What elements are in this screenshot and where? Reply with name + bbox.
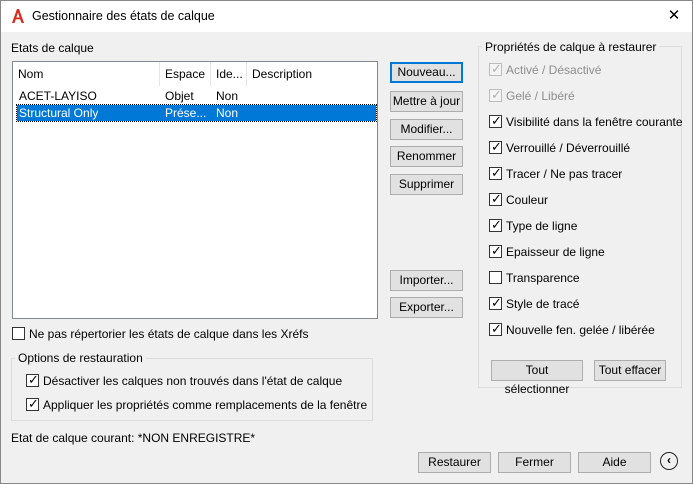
title-bar: Gestionnaire des états de calque ✕ — [1, 1, 692, 32]
disable-missing-layers-label: Désactiver les calques non trouvés dans … — [43, 374, 343, 388]
select-all-button[interactable]: Tout sélectionner — [491, 360, 583, 396]
window-title: Gestionnaire des états de calque — [32, 9, 215, 23]
autocad-a-icon — [12, 9, 24, 23]
checkmark-icon: ✓ — [491, 191, 502, 206]
no-xref-checkbox[interactable] — [12, 327, 25, 340]
apply-as-viewport-overrides-label: Appliquer les propriétés comme remplacem… — [43, 398, 368, 412]
linetype-label: Type de ligne — [506, 219, 578, 233]
no-xref-label: Ne pas répertorier les états de calque d… — [29, 327, 309, 341]
apply-as-viewport-overrides-checkbox[interactable]: ✓ — [26, 396, 39, 411]
checkmark-icon: ✓ — [491, 243, 502, 258]
new-button[interactable]: Nouveau... — [390, 62, 463, 83]
new-vp-freeze-checkbox[interactable]: ✓ — [489, 321, 502, 336]
column-header-description[interactable]: Description — [247, 62, 377, 86]
viewport-visibility-label: Visibilité dans la fenêtre courante — [506, 115, 683, 129]
lock-unlock-checkbox[interactable]: ✓ — [489, 139, 502, 154]
properties-title: Propriétés de calque à restaurer — [482, 40, 660, 54]
update-button[interactable]: Mettre à jour — [390, 91, 463, 112]
checkmark-icon: ✓ — [28, 396, 39, 411]
layer-states-label: Etats de calque — [11, 41, 94, 55]
layer-states-dialog: Gestionnaire des états de calque ✕ Etats… — [0, 0, 693, 484]
on-off-checkbox: ✓ — [489, 61, 502, 76]
checkmark-icon: ✓ — [491, 87, 502, 102]
lineweight-checkbox[interactable]: ✓ — [489, 243, 502, 258]
lineweight-label: Epaisseur de ligne — [506, 245, 605, 259]
transparency-label: Transparence — [506, 271, 580, 285]
linetype-checkbox[interactable]: ✓ — [489, 217, 502, 232]
row-ide: Non — [216, 106, 239, 120]
row-space: Objet — [165, 89, 194, 103]
delete-button[interactable]: Supprimer — [390, 174, 463, 195]
viewport-visibility-checkbox[interactable]: ✓ — [489, 113, 502, 128]
rename-button[interactable]: Renommer — [390, 146, 463, 167]
current-state-text: Etat de calque courant: *NON ENREGISTRE* — [11, 431, 256, 445]
row-name: ACET-LAYISO — [19, 89, 97, 103]
checkmark-icon: ✓ — [491, 295, 502, 310]
close-icon[interactable]: ✕ — [665, 7, 683, 25]
close-button[interactable]: Fermer — [498, 452, 571, 473]
column-header-name[interactable]: Nom — [13, 62, 160, 86]
color-label: Couleur — [506, 193, 549, 207]
table-row-selected[interactable]: Structural Only Prése... Non — [16, 104, 377, 122]
plot-style-checkbox[interactable]: ✓ — [489, 295, 502, 310]
plot-noplot-checkbox[interactable]: ✓ — [489, 165, 502, 180]
lock-unlock-label: Verrouillé / Déverrouillé — [506, 141, 631, 155]
disable-missing-layers-checkbox[interactable]: ✓ — [26, 372, 39, 387]
restore-button[interactable]: Restaurer — [418, 452, 491, 473]
restore-options-title: Options de restauration — [15, 351, 146, 365]
transparency-checkbox[interactable] — [489, 271, 502, 284]
freeze-thaw-checkbox: ✓ — [489, 87, 502, 102]
row-ide: Non — [216, 89, 239, 103]
checkmark-icon: ✓ — [491, 139, 502, 154]
edit-button[interactable]: Modifier... — [390, 119, 463, 140]
checkmark-icon: ✓ — [28, 372, 39, 387]
import-button[interactable]: Importer... — [390, 270, 463, 291]
plot-noplot-label: Tracer / Ne pas tracer — [506, 167, 623, 181]
checkmark-icon: ✓ — [491, 321, 502, 336]
row-name: Structural Only — [19, 106, 99, 120]
checkmark-icon: ✓ — [491, 165, 502, 180]
new-vp-freeze-label: Nouvelle fen. gelée / libérée — [506, 323, 655, 337]
row-space: Prése... — [165, 106, 207, 120]
checkmark-icon: ✓ — [491, 113, 502, 128]
table-row[interactable]: ACET-LAYISO Objet Non — [17, 88, 376, 104]
chevron-left-circle-icon[interactable]: ‹ — [660, 452, 678, 470]
freeze-thaw-label: Gelé / Libéré — [506, 89, 575, 103]
export-button[interactable]: Exporter... — [390, 297, 463, 318]
help-button[interactable]: Aide — [578, 452, 651, 473]
layer-states-list[interactable]: Nom Espace Ide... Description ACET-LAYIS… — [12, 61, 378, 319]
column-header-space[interactable]: Espace — [160, 62, 211, 86]
on-off-label: Activé / Désactivé — [506, 63, 602, 77]
plot-style-label: Style de tracé — [506, 297, 580, 311]
checkmark-icon: ✓ — [491, 217, 502, 232]
clear-all-button[interactable]: Tout effacer — [594, 360, 666, 381]
checkmark-icon: ✓ — [491, 61, 502, 76]
column-header-ide[interactable]: Ide... — [211, 62, 247, 86]
color-checkbox[interactable]: ✓ — [489, 191, 502, 206]
